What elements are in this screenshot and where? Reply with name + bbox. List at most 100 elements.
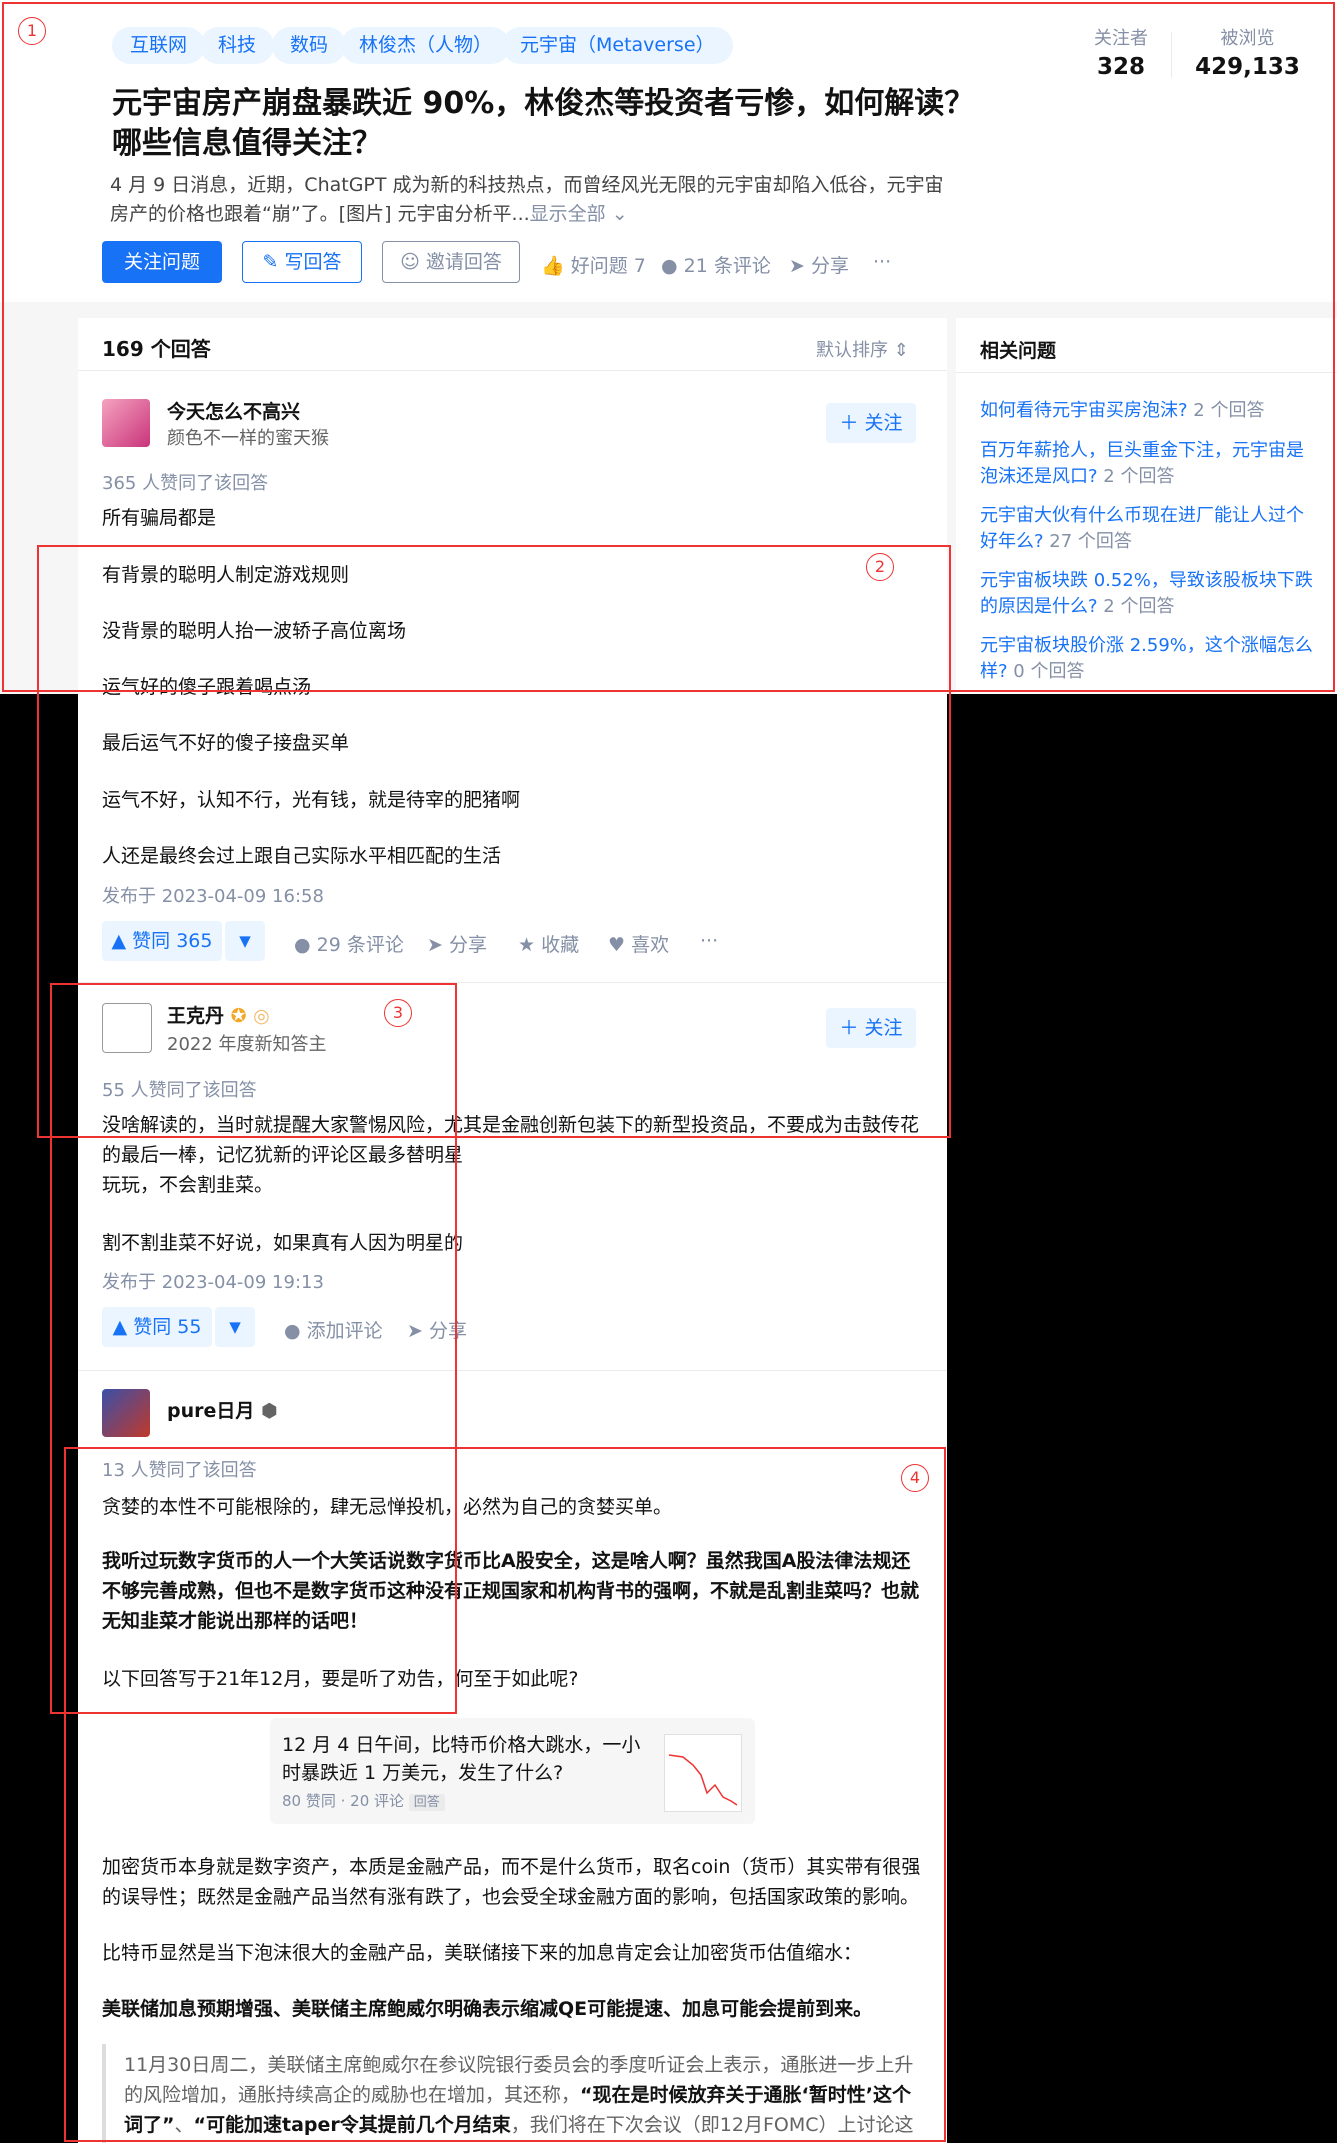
plus-icon: ＋ — [839, 412, 865, 434]
share-button[interactable]: ➤ 分享 — [407, 1316, 467, 1343]
author-name[interactable]: pure日月 ⬢ — [167, 1396, 278, 1423]
related-question-count: 0 个回答 — [1013, 661, 1085, 682]
triangle-down-icon: ▼ — [229, 1318, 241, 1336]
answer-paragraph: 以下回答写于21年12月，要是听了劝告，何至于如此呢? — [102, 1668, 579, 1690]
more-options-button[interactable]: ··· — [873, 251, 891, 273]
related-question-link[interactable]: 元宇宙板块股价涨 2.59%，这个涨幅怎么样? 0 个回答 — [980, 633, 1315, 685]
topic-tag[interactable]: 互联网 — [112, 27, 206, 64]
followers-label: 关注者 — [1094, 28, 1148, 49]
linked-answer-title[interactable]: 12 月 4 日午间，比特币价格大跳水，一小时暴跌近 1 万美元，发生了什么? — [282, 1731, 647, 1787]
follow-label: 关注 — [864, 412, 903, 434]
heart-icon: ♥ — [608, 934, 632, 956]
author-name[interactable]: 王克丹 ✪ ◎ — [167, 1001, 270, 1028]
topic-tag[interactable]: 林俊杰（人物） — [341, 27, 511, 64]
related-question-link[interactable]: 如何看待元宇宙买房泡沫? 2 个回答 — [980, 398, 1315, 424]
plus-icon: ＋ — [839, 1017, 865, 1039]
comments-label: 29 条评论 — [316, 934, 404, 956]
answer-paragraph: 贪婪的本性不可能根除的，肆无忌惮投机，必然为自己的贪婪买单。 — [102, 1496, 673, 1518]
follow-author-button[interactable]: ＋ 关注 — [826, 403, 916, 443]
share-label: 分享 — [448, 934, 487, 956]
pencil-icon: ✎ — [262, 251, 285, 273]
quote-bar — [102, 2044, 106, 2143]
followers-count[interactable]: 328 — [1086, 54, 1156, 80]
downvote-button[interactable]: ▼ — [225, 921, 265, 961]
topic-tag[interactable]: 科技 — [200, 27, 275, 64]
gold-badge-icon: ✪ — [224, 1005, 247, 1027]
invite-answer-label: 邀请回答 — [425, 251, 502, 273]
related-question-link[interactable]: 元宇宙大伙有什么币现在进厂能让人过个好年么? 27 个回答 — [980, 503, 1315, 555]
quote-emphasis: “可能加速taper令其提前几个月结束 — [193, 2114, 511, 2136]
like-button[interactable]: ♥ 喜欢 — [608, 930, 669, 957]
share-button[interactable]: ➤ 分享 — [427, 930, 487, 957]
published-time[interactable]: 发布于 2023-04-09 19:13 — [102, 1268, 324, 1294]
share-button[interactable]: ➤ 分享 — [789, 251, 849, 278]
share-icon: ➤ — [407, 1320, 429, 1342]
follow-author-button[interactable]: ＋ 关注 — [826, 1008, 916, 1048]
comment-icon: ● — [661, 255, 684, 277]
comments-button[interactable]: ● 21 条评论 — [661, 251, 771, 278]
downvote-button[interactable]: ▼ — [215, 1307, 255, 1347]
views-label: 被浏览 — [1220, 28, 1275, 49]
good-question-button[interactable]: 👍 好问题 7 — [541, 251, 646, 278]
more-options-button[interactable]: ··· — [700, 930, 718, 952]
related-question-link[interactable]: 百万年薪抢人，巨头重金下注，元宇宙是泡沫还是风口? 2 个回答 — [980, 438, 1315, 490]
comments-button[interactable]: ● 29 条评论 — [294, 930, 404, 957]
invite-user-icon: ☺ — [400, 251, 426, 273]
related-question-text: 元宇宙大伙有什么币现在进厂能让人过个好年么? — [980, 505, 1304, 552]
chevron-down-icon[interactable]: ⌄ — [606, 203, 628, 225]
answer-paragraph: 运气不好，认知不行，光有钱，就是待宰的肥猪啊 — [102, 789, 521, 811]
linked-answer-thumbnail[interactable] — [664, 1734, 742, 1812]
sort-dropdown[interactable]: 默认排序 ⇕ — [816, 336, 909, 362]
like-label: 喜欢 — [631, 934, 670, 956]
answer-paragraph: 加密货币本身就是数字资产，本质是金融产品，而不是什么货币，取名coin（货币）其… — [102, 1856, 921, 1908]
answer-paragraph: 没背景的聪明人抬一波轿子高位离场 — [102, 620, 407, 642]
topic-tag[interactable]: 元宇宙（Metaverse） — [502, 27, 733, 64]
upvote-label: 赞同 365 — [132, 930, 213, 952]
add-comment-button[interactable]: ● 添加评论 — [284, 1316, 383, 1343]
related-questions-title: 相关问题 — [980, 340, 1057, 362]
author-name[interactable]: 今天怎么不高兴 — [167, 397, 300, 424]
votes-meta: 13 人赞同了该回答 — [102, 1460, 257, 1481]
answers-count: 169 个回答 — [102, 337, 211, 361]
comments-label: 21 条评论 — [683, 255, 771, 277]
stat-divider — [1171, 32, 1172, 78]
follow-question-button[interactable]: 关注问题 — [102, 241, 222, 283]
upvote-label: 赞同 55 — [133, 1316, 202, 1338]
collect-button[interactable]: ★ 收藏 — [518, 930, 579, 957]
topic-tag[interactable]: 数码 — [272, 27, 347, 64]
good-question-label: 好问题 7 — [570, 255, 646, 277]
hexagon-badge-icon: ⬢ — [254, 1400, 278, 1422]
views-count: 429,133 — [1195, 54, 1300, 80]
published-time[interactable]: 发布于 2023-04-09 16:58 — [102, 882, 324, 908]
answer-paragraph: 玩玩，不会割韭菜。 — [102, 1174, 274, 1196]
price-chart-icon — [668, 1754, 738, 1806]
sort-label: 默认排序 — [816, 340, 888, 361]
avatar[interactable] — [102, 1003, 152, 1053]
upvote-button[interactable]: ▲ 赞同 365 — [102, 921, 222, 961]
author-bio: 颜色不一样的蜜天猴 — [167, 428, 329, 449]
avatar[interactable] — [102, 1389, 150, 1437]
avatar[interactable] — [102, 399, 150, 447]
question-description: 4 月 9 日消息，近期，ChatGPT 成为新的科技热点，而曾经风光无限的元宇… — [110, 171, 950, 229]
question-title[interactable]: 元宇宙房产崩盘暴跌近 90%，林俊杰等投资者亏惨，如何解读？哪些信息值得关注？ — [112, 84, 992, 164]
write-answer-button[interactable]: ✎ 写回答 — [242, 241, 362, 283]
related-question-count: 2 个回答 — [1103, 466, 1175, 487]
linked-answer-tag: 回答 — [408, 1794, 445, 1811]
triangle-down-icon: ▼ — [239, 932, 251, 950]
share-label: 分享 — [810, 255, 849, 277]
invite-answer-button[interactable]: ☺ 邀请回答 — [382, 241, 520, 283]
divider — [78, 982, 947, 983]
author-name-text: 王克丹 — [167, 1005, 225, 1027]
linked-answer-meta: 80 赞同 · 20 评论 回答 — [282, 1790, 445, 1811]
upvote-button[interactable]: ▲ 赞同 55 — [102, 1307, 212, 1347]
annotation-label-3: 3 — [384, 999, 412, 1027]
annotation-label-1: 1 — [18, 17, 46, 45]
show-all-link[interactable]: 显示全部 — [530, 203, 606, 225]
related-question-link[interactable]: 元宇宙板块跌 0.52%，导致该股板块下跌的原因是什么? 2 个回答 — [980, 568, 1315, 620]
divider — [78, 1370, 947, 1371]
answer-paragraph: 没啥解读的，当时就提醒大家警惕风险，尤其是金融创新包装下的新型投资品，不要成为击… — [102, 1114, 920, 1166]
answer-paragraph: 运气好的傻子跟着喝点汤 — [102, 676, 312, 698]
triangle-up-icon: ▲ — [112, 1316, 134, 1338]
quote-text: ，我们将在下次会议（即12月FOMC）上讨论这 — [510, 2114, 914, 2136]
comment-icon: ● — [284, 1320, 307, 1342]
